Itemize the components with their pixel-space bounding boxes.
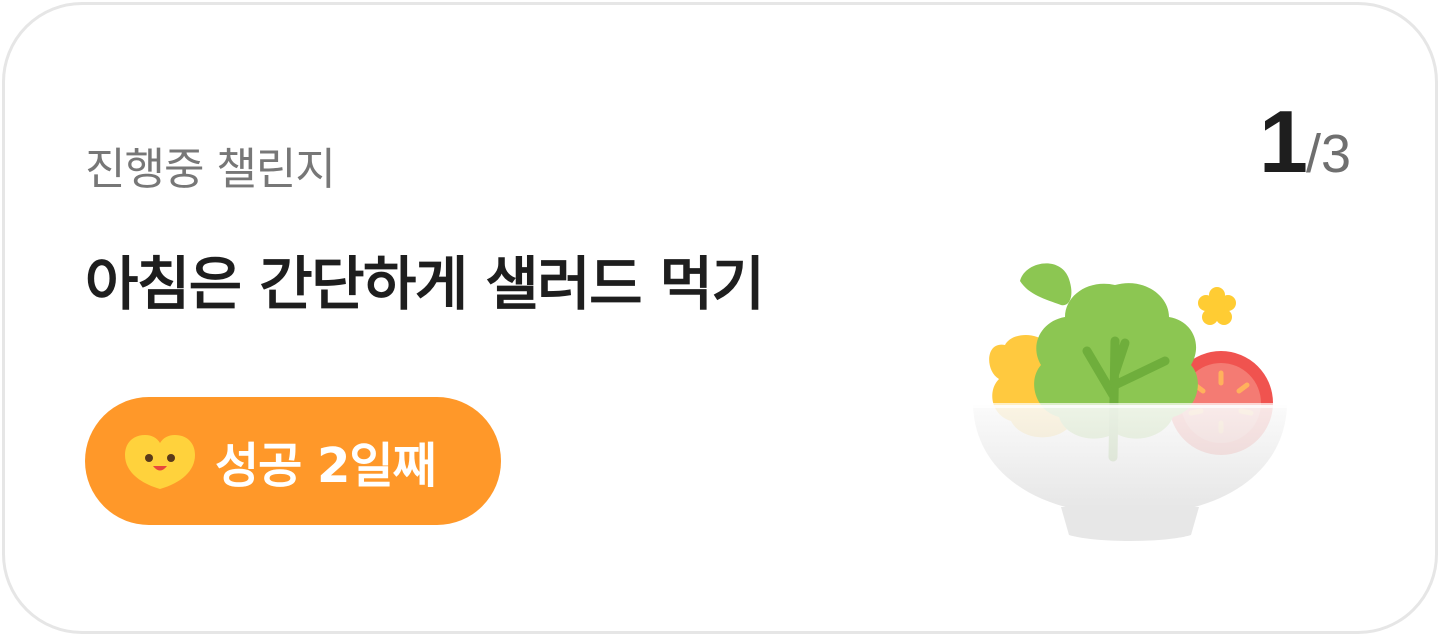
counter-separator: / — [1305, 124, 1321, 184]
smiley-heart-icon — [125, 435, 195, 489]
badge-label: 성공 2일째 — [215, 438, 437, 494]
salad-bowl-icon — [973, 263, 1287, 541]
challenge-counter: 1/3 — [1259, 91, 1351, 193]
counter-current: 1 — [1258, 92, 1308, 191]
challenge-card[interactable]: 진행중 챌린지 아침은 간단하게 샐러드 먹기 1/3 성공 2일째 — [2, 2, 1438, 634]
section-label: 진행중 챌린지 — [85, 144, 336, 195]
counter-total: 3 — [1320, 124, 1351, 184]
challenge-title: 아침은 간단하게 샐러드 먹기 — [85, 250, 765, 318]
success-streak-badge: 성공 2일째 — [85, 397, 501, 525]
